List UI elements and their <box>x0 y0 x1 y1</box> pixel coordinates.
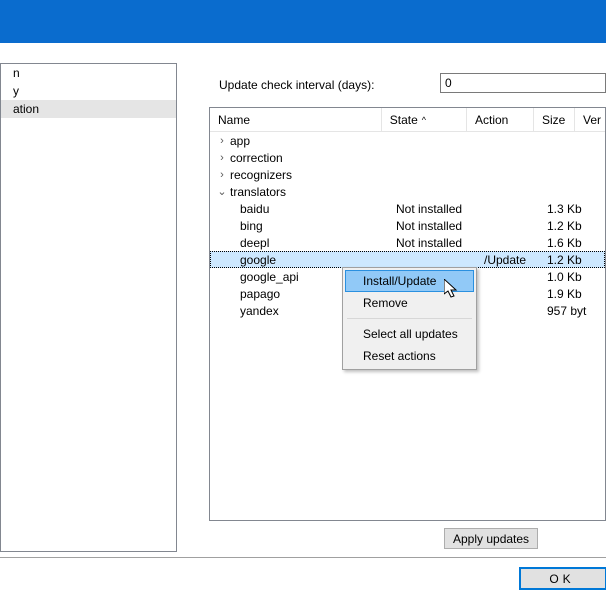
leaf-size: 1.9 Kb <box>545 287 587 301</box>
leaf-state: Not installed <box>388 202 476 216</box>
leaf-size: 1.0 Kb <box>545 270 587 284</box>
leaf-state: Not installed <box>388 236 476 250</box>
chevron-right-icon[interactable]: › <box>216 152 228 164</box>
col-action[interactable]: Action <box>467 108 534 131</box>
leaf-name: bing <box>210 219 388 233</box>
divider <box>0 557 606 558</box>
sort-asc-icon: ^ <box>422 115 426 125</box>
menu-item[interactable]: Install/Update <box>345 270 474 292</box>
leaf-action: /Update <box>476 253 545 267</box>
sidebar-item[interactable]: ation <box>1 100 176 118</box>
interval-label: Update check interval (days): <box>219 78 374 92</box>
interval-input[interactable] <box>440 73 606 93</box>
leaf-name: baidu <box>210 202 388 216</box>
tree-folder-label: recognizers <box>230 168 292 182</box>
tree-folder-row[interactable]: ⌄translators <box>210 183 605 200</box>
table-header[interactable]: Name State^ Action Size Ver <box>210 108 605 132</box>
menu-item[interactable]: Select all updates <box>345 323 474 345</box>
leaf-size: 1.3 Kb <box>545 202 587 216</box>
menu-item[interactable]: Remove <box>345 292 474 314</box>
leaf-state: Not installed <box>388 219 476 233</box>
leaf-name: deepl <box>210 236 388 250</box>
tree-leaf-row[interactable]: deeplNot installed 1.6 Kb <box>210 234 605 251</box>
leaf-size: 1.2 Kb <box>545 253 587 267</box>
tree-leaf-row[interactable]: baiduNot installed 1.3 Kb <box>210 200 605 217</box>
menu-separator <box>347 318 472 319</box>
leaf-size: 957 byt... <box>545 304 587 318</box>
context-menu: Install/UpdateRemove Select all updatesRe… <box>342 267 477 370</box>
apply-updates-button[interactable]: Apply updates <box>444 528 538 549</box>
chevron-right-icon[interactable]: › <box>216 169 228 181</box>
sidebar-item[interactable]: n <box>1 64 176 82</box>
tree-folder-label: translators <box>230 185 286 199</box>
col-name[interactable]: Name <box>210 108 382 131</box>
leaf-size: 1.2 Kb <box>545 219 587 233</box>
window-titlebar <box>0 0 606 43</box>
tree-folder-label: correction <box>230 151 283 165</box>
leaf-size: 1.6 Kb <box>545 236 587 250</box>
tree-leaf-row[interactable]: google/Update1.2 Kb <box>210 251 605 268</box>
ok-button[interactable]: OK <box>520 568 606 589</box>
chevron-down-icon[interactable]: ⌄ <box>216 185 228 198</box>
col-state[interactable]: State^ <box>382 108 467 131</box>
menu-item[interactable]: Reset actions <box>345 345 474 367</box>
tree-folder-row[interactable]: ›correction <box>210 149 605 166</box>
tree-folder-row[interactable]: ›recognizers <box>210 166 605 183</box>
chevron-right-icon[interactable]: › <box>216 135 228 147</box>
col-size[interactable]: Size <box>534 108 575 131</box>
tree-folder-row[interactable]: ›app <box>210 132 605 149</box>
leaf-name: google <box>210 253 388 267</box>
col-ver[interactable]: Ver <box>575 108 605 131</box>
sidebar-item[interactable]: y <box>1 82 176 100</box>
tree-leaf-row[interactable]: bingNot installed 1.2 Kb <box>210 217 605 234</box>
nav-sidebar: nyation <box>0 63 177 552</box>
tree-folder-label: app <box>230 134 250 148</box>
